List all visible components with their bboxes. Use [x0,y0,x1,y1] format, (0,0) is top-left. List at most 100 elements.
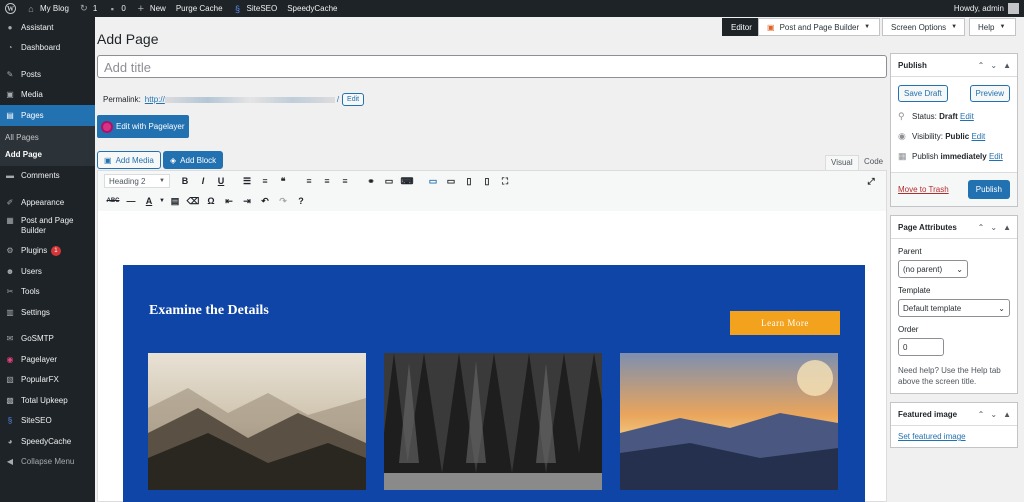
menu-item-post-page-builder[interactable]: ▦ Post and Page Builder [0,213,95,241]
add-media-button[interactable]: ▣ Add Media [97,151,161,169]
desktop-icon[interactable]: ▭ [424,176,442,187]
mobile-icon[interactable]: ▯ [478,176,496,187]
chevron-up-icon[interactable]: ⌃ [978,61,985,70]
site-name-link[interactable]: ⌂ My Blog [21,0,74,17]
my-account-link[interactable]: Howdy, admin [949,0,1024,17]
toggle-icon[interactable]: ▲ [1003,61,1011,70]
screen-options-label: Screen Options [891,22,947,32]
link-icon[interactable]: ⚭ [362,176,380,187]
menu-item-users[interactable]: ☻ Users [0,261,95,282]
menu-item-dashboard[interactable]: ◔ Dashboard [0,38,95,59]
learn-more-button[interactable]: Learn More [730,311,840,335]
indent-icon[interactable]: ⇥ [238,196,256,207]
blockquote-icon[interactable]: ❝ [274,176,292,187]
expand-icon[interactable]: ⤢ [862,176,880,187]
align-right-icon[interactable]: ≡ [336,176,354,186]
visibility-edit-link[interactable]: Edit [971,132,985,141]
status-edit-link[interactable]: Edit [960,112,974,121]
title-input[interactable]: Add title [97,55,887,78]
menu-item-pagelayer[interactable]: ◉ Pagelayer [0,349,95,370]
screen-options-button[interactable]: Screen Options ▼ [882,18,965,36]
menu-item-gosmtp[interactable]: ✉ GoSMTP [0,329,95,350]
menu-item-media[interactable]: ▣ Media [0,85,95,106]
siteseo-link[interactable]: § SiteSEO [228,0,283,17]
fullscreen-icon[interactable]: ⛶ [496,176,514,187]
menu-item-pages[interactable]: ▤ Pages [0,105,95,126]
chevron-down-icon[interactable]: ⌄ [990,223,997,232]
submenu-add-page[interactable]: Add Page [0,146,95,163]
format-select[interactable]: Heading 2 ▼ [104,174,170,188]
menu-item-settings[interactable]: ▥ Settings [0,302,95,323]
parent-select[interactable]: (no parent) ⌄ [898,260,968,278]
italic-icon[interactable]: I [194,176,212,186]
tab-visual[interactable]: Visual [825,155,859,170]
bold-icon[interactable]: B [176,176,194,186]
speedycache-link[interactable]: SpeedyCache [282,0,342,17]
chevron-down-icon[interactable]: ⌄ [990,61,997,70]
publish-box-header[interactable]: Publish ⌃ ⌄ ▲ [891,54,1017,77]
featured-image-header[interactable]: Featured image ⌃ ⌄ ▲ [891,403,1017,426]
set-featured-image-link[interactable]: Set featured image [898,432,966,441]
add-block-button[interactable]: ◈ Add Block [163,151,224,169]
site-name-label: My Blog [40,4,69,13]
clear-format-icon[interactable]: ⌫ [184,196,202,207]
menu-item-speedycache[interactable]: ◕ SpeedyCache [0,431,95,452]
underline-icon[interactable]: U [212,176,230,186]
permalink-link[interactable]: http:// [145,95,165,104]
undo-icon[interactable]: ↶ [256,196,274,207]
laptop-icon[interactable]: ▭ [442,176,460,187]
redo-icon[interactable]: ↷ [274,196,292,207]
preview-button[interactable]: Preview [969,85,1010,102]
help-icon[interactable]: ? [292,196,310,206]
updates-link[interactable]: ↻ 1 [74,0,102,17]
menu-item-comments[interactable]: ▬ Comments [0,166,95,187]
comments-link[interactable]: ▪ 0 [102,0,130,17]
tab-post-page-builder[interactable]: ▣ Post and Page Builder ▼ [758,18,880,36]
menu-item-tools[interactable]: ✂ Tools [0,282,95,303]
chevron-down-icon[interactable]: ▼ [158,198,166,204]
horizontal-line-icon[interactable]: — [122,196,140,206]
publish-button[interactable]: Publish [967,180,1010,199]
keyboard-icon[interactable]: ⌨ [398,176,416,187]
outdent-icon[interactable]: ⇤ [220,196,238,207]
menu-item-assistant[interactable]: ● Assistant [0,17,95,38]
new-content-link[interactable]: + New [131,0,171,17]
chevron-up-icon[interactable]: ⌃ [978,223,985,232]
strikethrough-icon[interactable]: ABC [104,198,122,204]
menu-item-siteseo[interactable]: § SiteSEO [0,411,95,432]
toggle-icon[interactable]: ▲ [1003,410,1011,419]
collapse-menu-button[interactable]: ◀ Collapse Menu [0,452,95,473]
purge-cache-link[interactable]: Purge Cache [171,0,228,17]
omega-icon[interactable]: Ω [202,196,220,206]
menu-item-plugins[interactable]: ⚙ Plugins 1 [0,241,95,262]
page-attributes-header[interactable]: Page Attributes ⌃ ⌄ ▲ [891,216,1017,239]
chevron-up-icon[interactable]: ⌃ [978,410,985,419]
paste-text-icon[interactable]: ▤ [166,196,184,207]
move-to-trash-link[interactable]: Move to Trash [898,185,949,194]
wordpress-logo[interactable]: W [0,0,21,17]
edit-with-pagelayer-button[interactable]: Edit with Pagelayer [97,115,189,138]
align-center-icon[interactable]: ≡ [318,176,336,186]
tab-editor[interactable]: Editor [722,18,761,36]
submenu-all-pages[interactable]: All Pages [0,129,95,146]
chevron-down-icon[interactable]: ⌄ [990,410,997,419]
menu-item-popularfx[interactable]: ▧ PopularFX [0,370,95,391]
save-draft-button[interactable]: Save Draft [898,85,948,102]
read-more-icon[interactable]: ▭ [380,176,398,187]
tab-code[interactable]: Code [859,155,888,170]
menu-item-appearance[interactable]: ✐ Appearance [0,192,95,213]
template-select[interactable]: Default template ⌄ [898,299,1010,317]
text-color-icon[interactable]: A [140,196,158,206]
align-left-icon[interactable]: ≡ [300,176,318,186]
tablet-icon[interactable]: ▯ [460,176,478,187]
numbered-list-icon[interactable]: ≡ [256,176,274,186]
menu-item-total-upkeep[interactable]: ▩ Total Upkeep [0,390,95,411]
menu-item-posts[interactable]: ✎ Posts [0,64,95,85]
forest-image [384,353,602,490]
help-button[interactable]: Help ▼ [969,18,1016,36]
bullet-list-icon[interactable]: ☰ [238,176,256,187]
schedule-edit-link[interactable]: Edit [989,152,1003,161]
permalink-edit-button[interactable]: Edit [342,93,365,106]
toggle-icon[interactable]: ▲ [1003,223,1011,232]
order-input[interactable]: 0 [898,338,944,356]
